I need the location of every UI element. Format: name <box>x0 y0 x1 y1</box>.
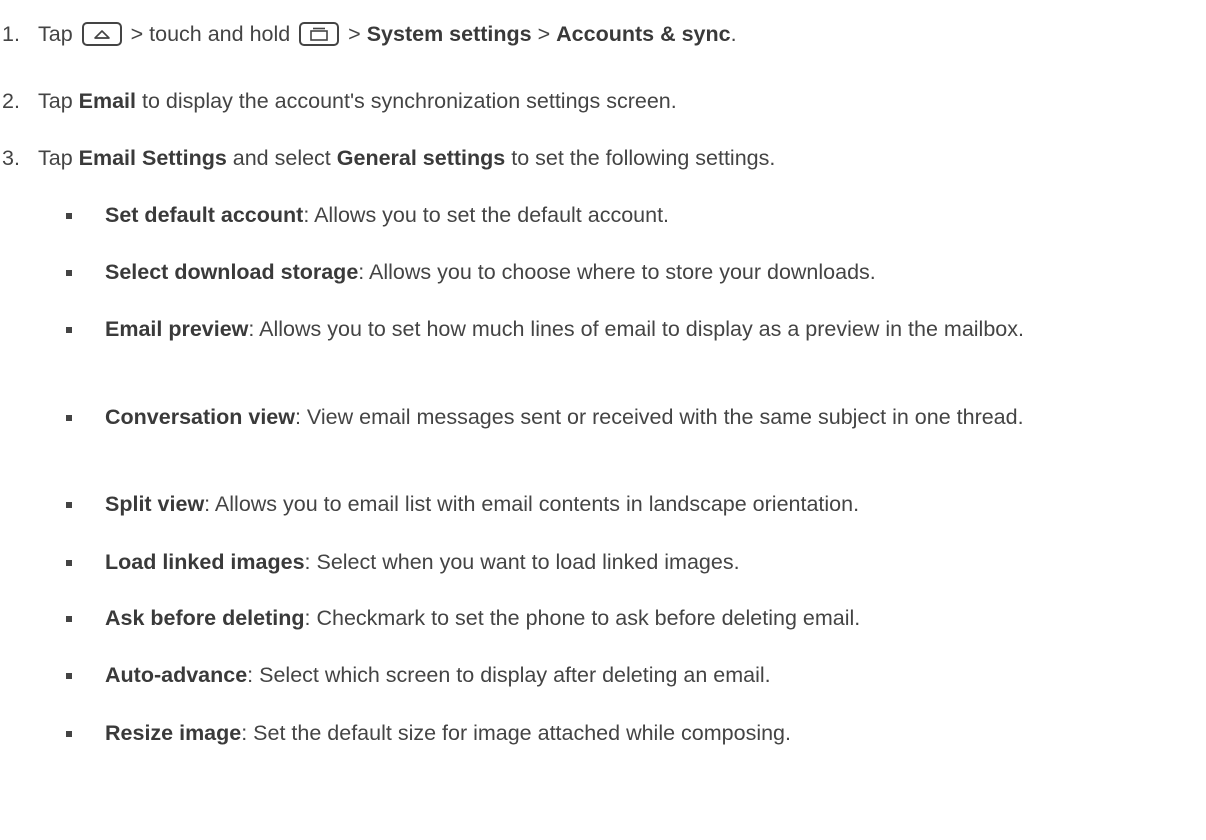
setting-name: Load linked images <box>105 550 305 574</box>
bullet-icon <box>66 673 72 679</box>
bullet-icon <box>66 560 72 566</box>
step-number: 1. <box>2 22 20 46</box>
bold-term: General settings <box>336 146 506 170</box>
bullet-icon <box>66 616 72 622</box>
bullet-icon <box>66 327 72 333</box>
home-key-icon <box>81 21 122 46</box>
step-text: Tap Email to display the account's synch… <box>38 89 677 113</box>
bullet-icon <box>66 731 72 737</box>
instructions-document: 1. Tap > touch and hold > System setting… <box>2 21 1024 745</box>
bold-term: Email <box>78 89 137 113</box>
setting-name: Ask before deleting <box>105 606 305 630</box>
bold-term: Accounts & sync <box>556 22 731 46</box>
bold-term: Email Settings <box>78 146 227 170</box>
step-text: Tap Email Settings and select General se… <box>38 146 776 170</box>
setting-name: Split view <box>105 492 205 516</box>
step-text: Tap > touch and hold > System settings >… <box>38 21 737 46</box>
setting-name: Email preview <box>105 317 249 341</box>
recent-apps-key-icon <box>299 21 340 46</box>
setting-name: Conversation view <box>105 405 295 429</box>
setting-name: Select download storage <box>105 260 359 284</box>
setting-name: Auto-advance <box>105 663 248 687</box>
bullet-icon <box>66 502 72 508</box>
bold-term: System settings <box>366 22 532 46</box>
bullet-icon <box>66 415 72 421</box>
setting-name: Set default account <box>105 203 304 227</box>
bullet-icon <box>66 270 72 276</box>
step-number: 2. <box>2 89 20 113</box>
bullet-icon <box>66 213 72 219</box>
step-number: 3. <box>2 146 20 170</box>
setting-name: Resize image <box>105 721 242 745</box>
